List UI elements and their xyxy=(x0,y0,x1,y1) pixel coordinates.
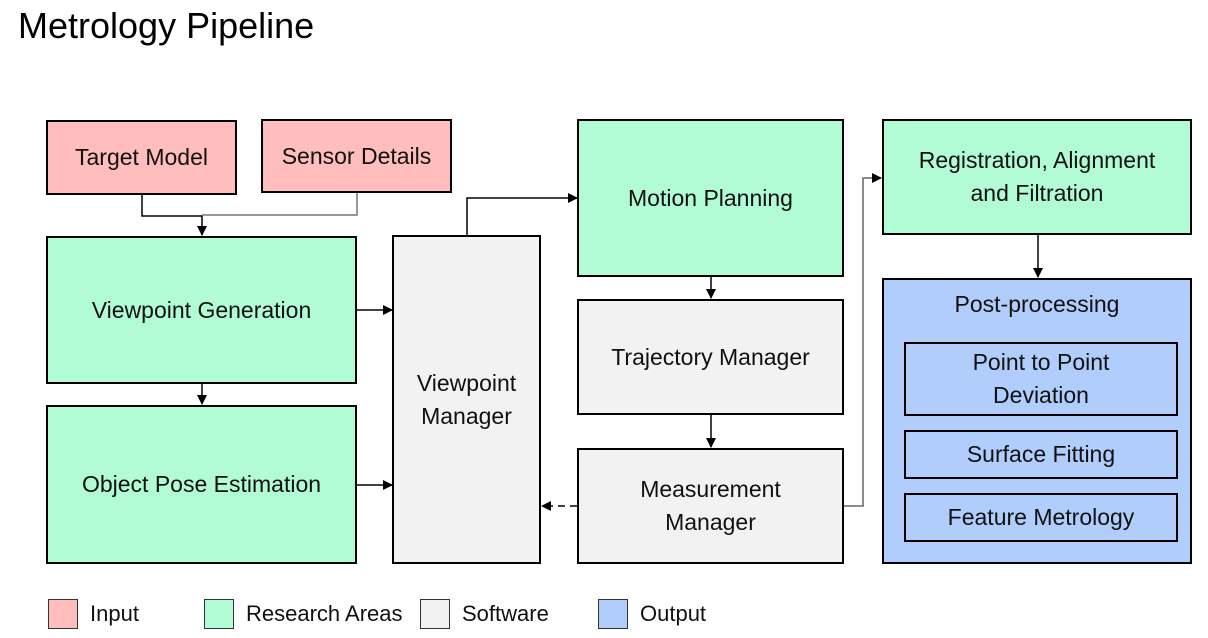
node-point-to-point-deviation: Point to Point Deviation xyxy=(904,342,1178,416)
node-label: Feature Metrology xyxy=(947,504,1135,530)
node-label: Surface Fitting xyxy=(966,441,1116,467)
legend-item-output: Output xyxy=(598,599,706,629)
legend-swatch xyxy=(598,599,628,629)
node-label: Object Pose Estimation xyxy=(81,471,322,497)
node-label: Viewpoint Generation xyxy=(91,296,312,323)
node-label-line: Registration, Alignment xyxy=(918,147,1156,173)
legend-item-software: Software xyxy=(420,599,549,629)
legend-swatch xyxy=(204,599,234,629)
legend-label: Research Areas xyxy=(246,601,403,626)
node-surface-fitting: Surface Fitting xyxy=(904,430,1178,479)
legend-label: Input xyxy=(90,601,139,626)
edge-target-to-viewpoint-generation xyxy=(141,195,207,236)
node-label-line: Measurement xyxy=(640,476,781,502)
legend-label: Software xyxy=(462,601,549,626)
edge-manager-to-motion-planning xyxy=(466,193,578,235)
node-object-pose-estimation: Object Pose Estimation xyxy=(46,405,357,564)
node-measurement-manager: Measurement Manager xyxy=(577,448,844,564)
node-viewpoint-generation: Viewpoint Generation xyxy=(46,236,357,384)
node-label: Motion Planning xyxy=(628,184,793,211)
node-label: Trajectory Manager xyxy=(611,343,810,370)
legend-label: Output xyxy=(640,601,707,626)
legend-swatch xyxy=(48,599,78,629)
legend-swatch xyxy=(420,599,450,629)
node-target-model: Target Model xyxy=(46,120,237,195)
legend-item-research-areas: Research Areas xyxy=(204,599,403,629)
node-post-processing: Post-processing Point to Point Deviation… xyxy=(882,278,1192,564)
node-motion-planning: Motion Planning xyxy=(577,119,844,277)
post-processing-title: Post-processing xyxy=(954,291,1120,317)
edge-measurement-to-registration xyxy=(844,173,882,507)
node-label: Sensor Details xyxy=(281,142,432,169)
node-feature-metrology: Feature Metrology xyxy=(904,493,1178,542)
node-label-line: Viewpoint xyxy=(416,369,517,396)
node-trajectory-manager: Trajectory Manager xyxy=(577,299,844,415)
node-label-line: Manager xyxy=(421,402,512,429)
node-viewpoint-manager: Viewpoint Manager xyxy=(392,235,541,564)
node-label-line: and Filtration xyxy=(970,180,1104,206)
node-label-line: Point to Point xyxy=(972,349,1110,375)
legend-item-input: Input xyxy=(48,599,139,629)
node-label-line: Deviation xyxy=(993,382,1089,408)
node-label-line: Manager xyxy=(665,509,756,535)
node-registration-alignment-filtration: Registration, Alignment and Filtration xyxy=(882,119,1192,235)
node-label: Target Model xyxy=(75,144,208,170)
node-sensor-details: Sensor Details xyxy=(261,119,452,193)
edge-sensor-to-viewpoint-generation xyxy=(202,193,358,216)
diagram-title: Metrology Pipeline xyxy=(18,5,315,46)
